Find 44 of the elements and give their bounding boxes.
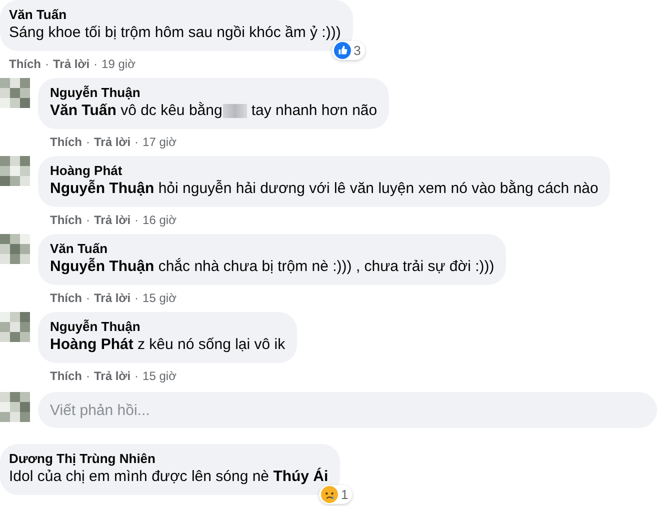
like-link[interactable]: Thích: [50, 213, 82, 227]
separator-dot: ·: [134, 213, 139, 227]
reply-link[interactable]: Trả lời: [94, 213, 131, 227]
comment-time: 17 giờ: [142, 135, 176, 149]
like-link[interactable]: Thích: [9, 57, 41, 71]
separator-dot: ·: [86, 213, 90, 227]
comment-text: Idol của chị em mình được lên sóng nè Thúy Ái: [9, 467, 328, 487]
comment-time: 19 giờ: [102, 57, 136, 71]
reply-link[interactable]: Trả lời: [94, 291, 131, 305]
comment-time: 16 giờ: [142, 213, 176, 227]
reply-link[interactable]: Trả lời: [94, 135, 131, 149]
comment-author[interactable]: Văn Tuấn: [50, 240, 494, 257]
separator-dot: ·: [86, 369, 90, 383]
like-link[interactable]: Thích: [50, 291, 82, 305]
comment-author[interactable]: Văn Tuấn: [9, 6, 341, 23]
like-link[interactable]: Thích: [50, 369, 82, 383]
separator-dot: ·: [86, 291, 90, 305]
comment-text: Nguyễn Thuận hỏi nguyễn hải dương với lê văn luyện xem nó vào bằng cách nào: [50, 179, 598, 199]
separator-dot: ·: [134, 135, 139, 149]
separator-dot: ·: [134, 369, 139, 383]
separator-dot: ·: [45, 57, 49, 71]
comment-text: Sáng khoe tối bị trộm hôm sau ngồi khóc ầm ỷ :))): [9, 23, 341, 43]
reply-link[interactable]: Trả lời: [53, 57, 90, 71]
comment-text: tay nhanh hơn não: [251, 101, 378, 121]
comment-text: Nguyễn Thuận chắc nhà chưa bị trộm nè :))) , chưa trải sự đời :))): [50, 257, 494, 277]
reply-link[interactable]: Trả lời: [94, 369, 131, 383]
comment-author[interactable]: Nguyễn Thuận: [50, 84, 378, 101]
censor-mark: [223, 104, 248, 118]
like-icon: [334, 42, 351, 59]
like-link[interactable]: Thích: [50, 135, 82, 149]
separator-dot: ·: [94, 57, 98, 71]
comment-text: Văn Tuấn vô dc kêu bằng: [50, 101, 222, 121]
reaction-badge[interactable]: 1: [318, 485, 352, 504]
comment-time: 15 giờ: [142, 291, 176, 305]
separator-dot: ·: [86, 135, 90, 149]
comment-author[interactable]: Hoàng Phát: [50, 162, 598, 179]
comment-time: 15 giờ: [142, 369, 176, 383]
reply-field[interactable]: Viết phản hồi...: [38, 392, 657, 428]
comment-author[interactable]: Dương Thị Trùng Nhiên: [9, 450, 328, 467]
comment-text: Hoàng Phát z kêu nó sống lại vô ik: [50, 335, 286, 355]
sad-face-icon: [320, 486, 338, 503]
comment-author[interactable]: Nguyễn Thuận: [50, 318, 286, 335]
reaction-badge[interactable]: 3: [332, 41, 365, 60]
separator-dot: ·: [134, 291, 139, 305]
